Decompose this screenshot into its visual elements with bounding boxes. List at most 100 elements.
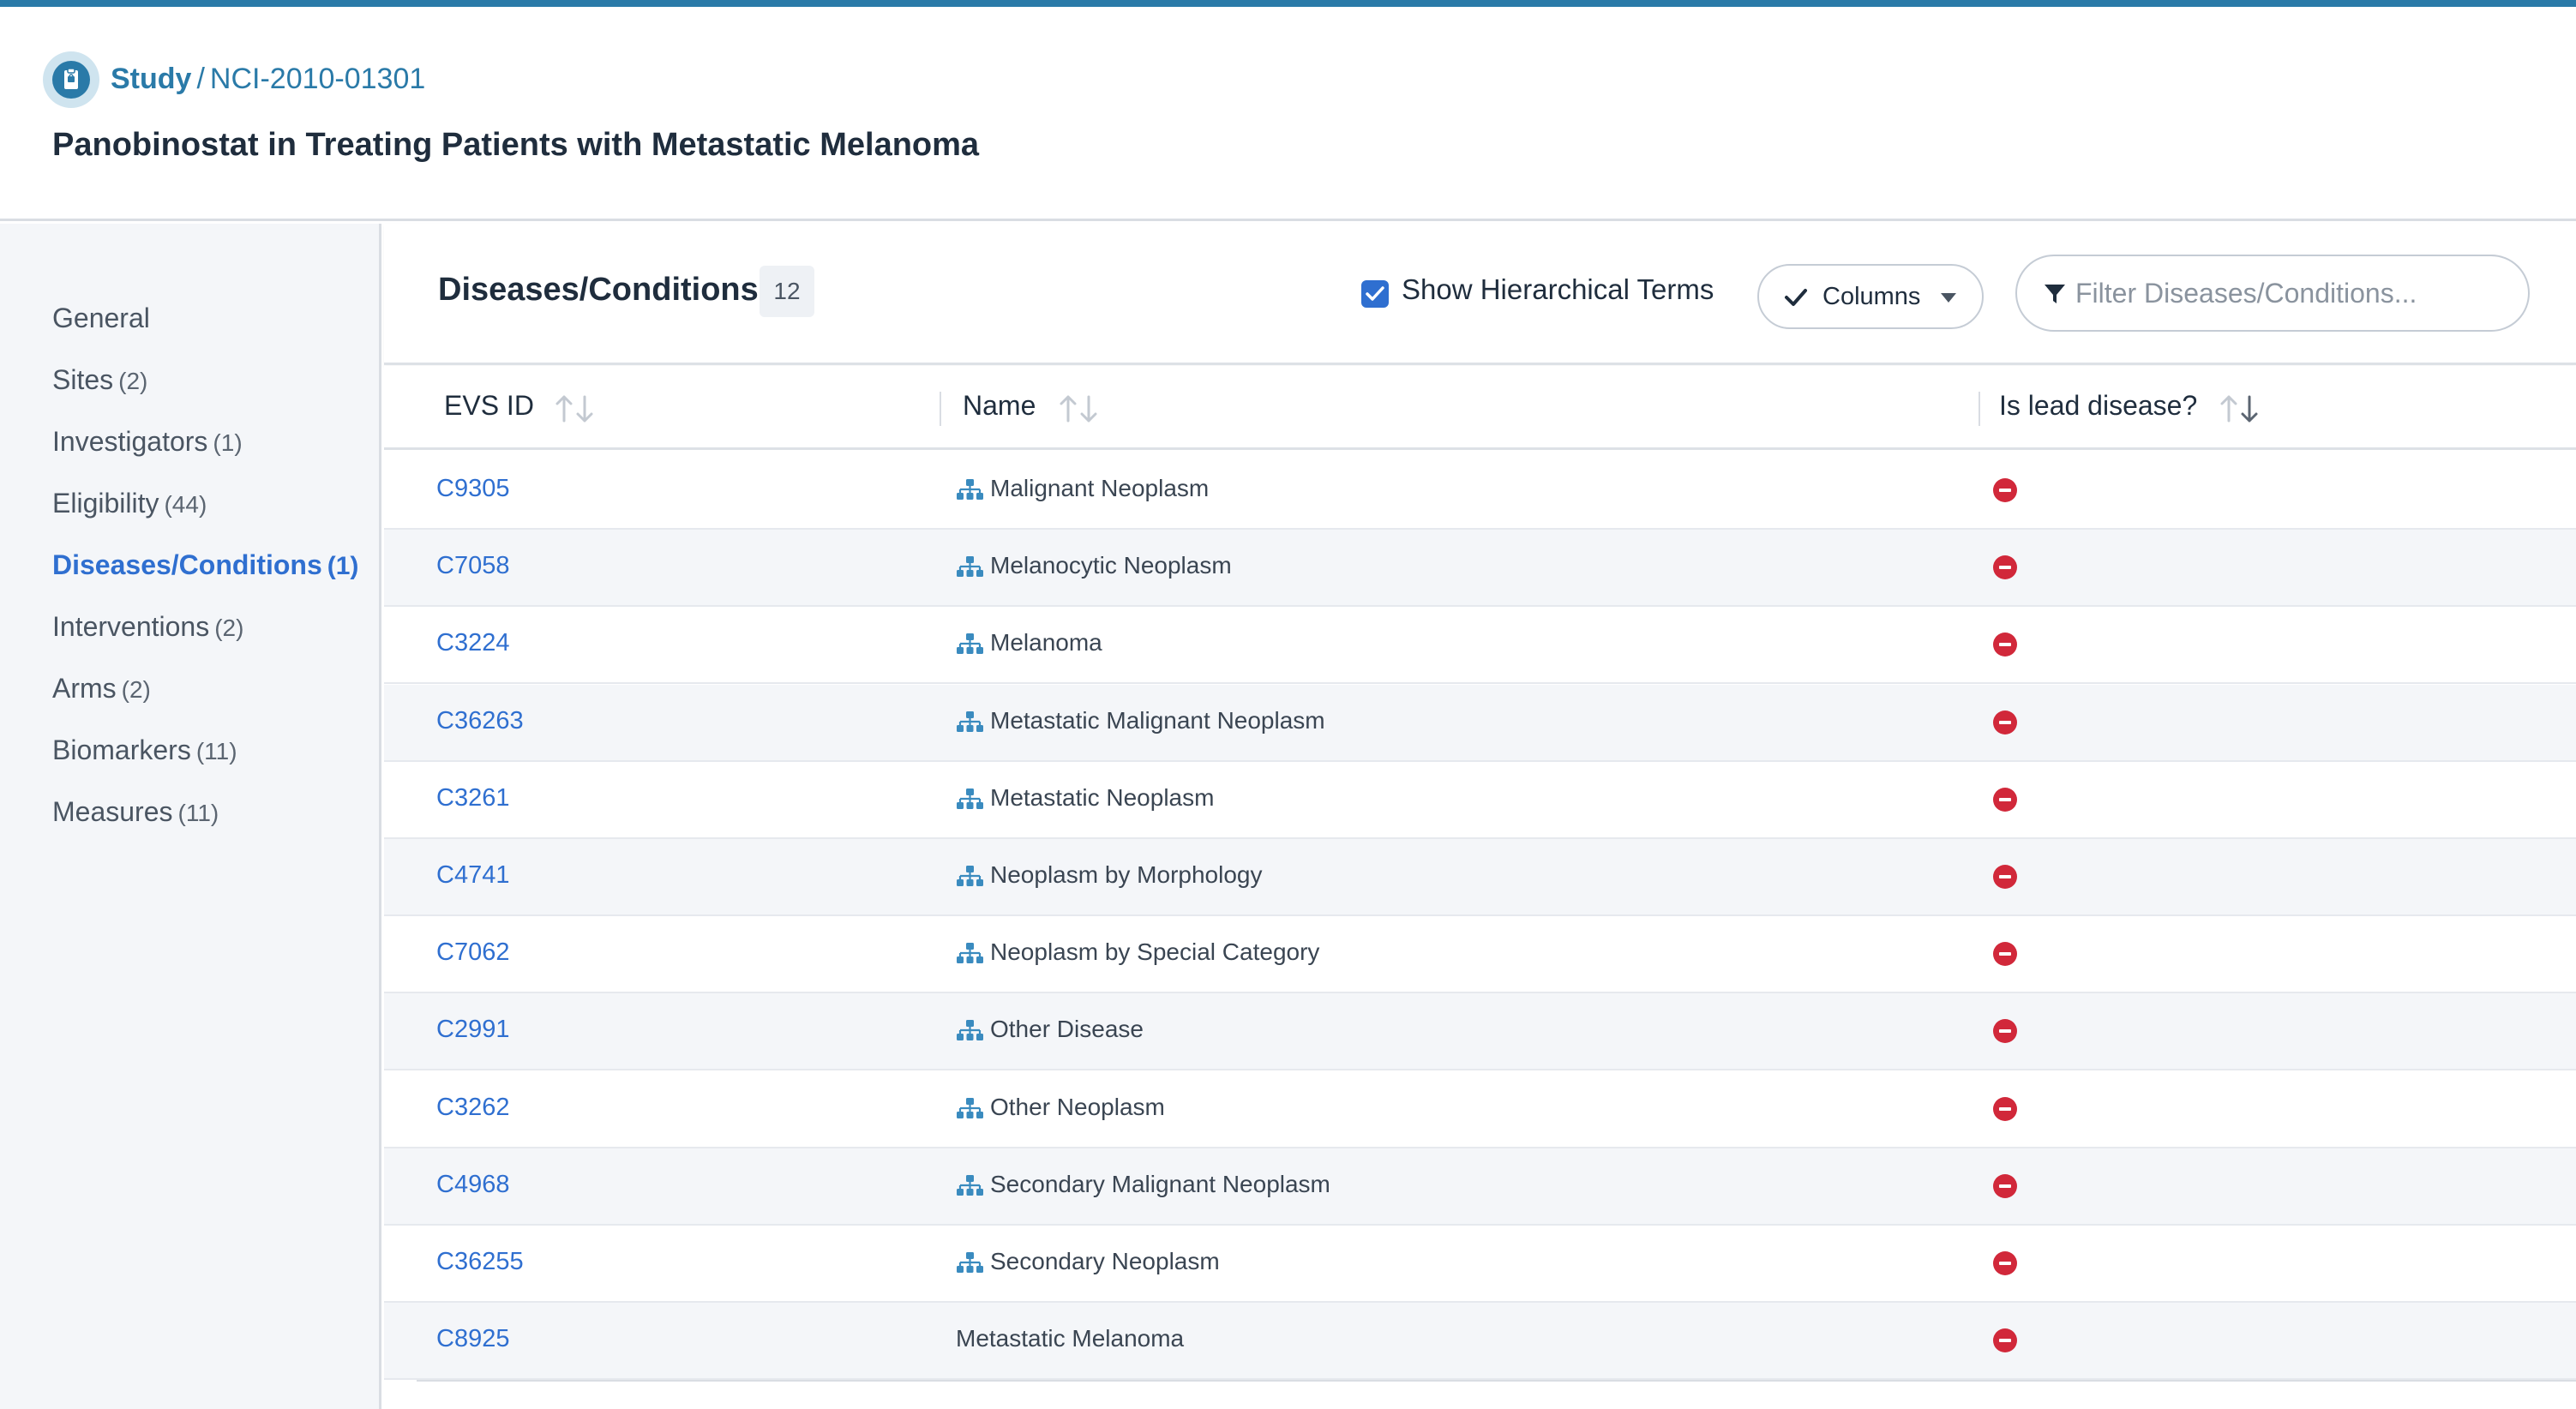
sidebar-item-count: (2): [121, 676, 151, 703]
page-title: Panobinostat in Treating Patients with M…: [52, 127, 980, 163]
table-row: C7058 Melanocytic Neoplasm: [384, 530, 2576, 607]
column-divider: [1979, 392, 1980, 426]
caret-down-icon: [1941, 293, 1956, 303]
show-hierarchical-label[interactable]: Show Hierarchical Terms: [1402, 273, 1714, 306]
sidebar-item-general[interactable]: General: [52, 303, 155, 334]
main-content: Diseases/Conditions 12 Show Hierarchical…: [384, 224, 2576, 1409]
minus-circle-icon: [1993, 865, 2017, 889]
show-hierarchical-checkbox[interactable]: [1361, 280, 1389, 308]
evs-id-link[interactable]: C8925: [436, 1325, 509, 1353]
table-row: C36263 Metastatic Malignant Neoplasm: [384, 685, 2576, 762]
evs-id-link[interactable]: C36255: [436, 1248, 524, 1276]
disease-name: Neoplasm by Morphology: [990, 861, 1263, 888]
disease-name: Secondary Neoplasm: [990, 1248, 1220, 1274]
minus-circle-icon: [1993, 1019, 2017, 1043]
disease-name: Other Neoplasm: [990, 1094, 1165, 1120]
minus-circle-icon: [1993, 1328, 2017, 1352]
evs-id-link[interactable]: C3224: [436, 629, 509, 657]
disease-name: Metastatic Melanoma: [956, 1325, 1185, 1352]
evs-id-link[interactable]: C36263: [436, 707, 524, 735]
disease-name: Malignant Neoplasm: [990, 475, 1210, 501]
column-divider: [940, 392, 941, 426]
evs-id-link[interactable]: C2991: [436, 1016, 509, 1044]
disease-name: Melanocytic Neoplasm: [990, 552, 1232, 579]
minus-circle-icon: [1993, 1097, 2017, 1121]
table-row: C36255 Secondary Neoplasm: [384, 1226, 2576, 1303]
evs-id-link[interactable]: C4741: [436, 861, 509, 890]
sidebar-item-biomarkers[interactable]: Biomarkers (11): [52, 734, 237, 766]
table-header: EVS ID Name Is lead disease?: [384, 366, 2576, 450]
sidebar-item-label: Investigators: [52, 426, 208, 457]
column-header-lead-disease[interactable]: Is lead disease?: [1999, 390, 2197, 422]
filter-icon: [2045, 285, 2065, 303]
disease-name: Neoplasm by Special Category: [990, 938, 1320, 965]
sort-icon[interactable]: [1056, 392, 1104, 426]
sidebar-item-sites[interactable]: Sites (2): [52, 364, 147, 396]
disease-name: Secondary Malignant Neoplasm: [990, 1171, 1330, 1197]
minus-circle-icon: [1993, 942, 2017, 966]
column-header-evs-id[interactable]: EVS ID: [444, 390, 534, 422]
filter-field[interactable]: [2015, 255, 2530, 332]
table-row: C7062 Neoplasm by Special Category: [384, 916, 2576, 993]
sidebar-item-label: Eligibility: [52, 488, 159, 519]
sort-icon[interactable]: [2217, 392, 2265, 426]
sidebar-item-label: Measures: [52, 796, 173, 827]
table-row: C2991 Other Disease: [384, 993, 2576, 1070]
clipboard-icon: [64, 68, 78, 89]
checkmark-icon: [1366, 286, 1384, 301]
evs-id-link[interactable]: C9305: [436, 475, 509, 503]
evs-id-link[interactable]: C7058: [436, 552, 509, 580]
hierarchy-icon: [956, 865, 983, 893]
table-row: C3262 Other Neoplasm: [384, 1071, 2576, 1148]
sidebar-item-label: Biomarkers: [52, 734, 191, 765]
evs-id-link[interactable]: C3261: [436, 784, 509, 812]
hierarchy-icon: [956, 633, 983, 661]
evs-id-link[interactable]: C7062: [436, 938, 509, 967]
table-row: C4741 Neoplasm by Morphology: [384, 839, 2576, 916]
table-bottom-border: [417, 1380, 2576, 1382]
evs-id-link[interactable]: C4968: [436, 1171, 509, 1199]
table-row: C9305 Malignant Neoplasm: [384, 453, 2576, 530]
disease-name: Metastatic Neoplasm: [990, 784, 1215, 811]
hierarchy-icon: [956, 1097, 983, 1125]
sidebar-item-investigators[interactable]: Investigators (1): [52, 426, 243, 458]
minus-circle-icon: [1993, 710, 2017, 734]
table-row: C3224 Melanoma: [384, 607, 2576, 684]
sidebar-item-arms[interactable]: Arms (2): [52, 673, 151, 704]
minus-circle-icon: [1993, 555, 2017, 579]
sidebar-item-count: (11): [195, 738, 237, 764]
sidebar-item-diseases-conditions[interactable]: Diseases/Conditions (1): [52, 549, 358, 581]
sidebar-item-eligibility[interactable]: Eligibility (44): [52, 488, 207, 519]
count-badge: 12: [760, 266, 814, 317]
evs-id-link[interactable]: C3262: [436, 1094, 509, 1122]
hierarchy-icon: [956, 1251, 983, 1280]
sidebar-item-count: (2): [214, 615, 244, 641]
study-badge: [43, 51, 99, 108]
sidebar-item-count: (1): [213, 429, 243, 456]
hierarchy-icon: [956, 478, 983, 507]
filter-input[interactable]: [2075, 273, 2504, 313]
sidebar-item-count: (44): [164, 491, 207, 518]
breadcrumb-separator: /: [196, 63, 205, 95]
minus-circle-icon: [1993, 1174, 2017, 1198]
sidebar-item-label: Sites: [52, 364, 114, 395]
column-header-name[interactable]: Name: [963, 390, 1036, 422]
minus-circle-icon: [1993, 1251, 2017, 1275]
sidebar-item-label: Arms: [52, 673, 117, 704]
minus-circle-icon: [1993, 478, 2017, 502]
disease-name: Melanoma: [990, 629, 1102, 656]
sidebar-item-interventions[interactable]: Interventions (2): [52, 611, 243, 643]
sidebar-item-count: (11): [177, 800, 219, 826]
sidebar-item-measures[interactable]: Measures (11): [52, 796, 219, 828]
hierarchy-icon: [956, 1019, 983, 1047]
sidebar-item-label: General: [52, 303, 150, 333]
minus-circle-icon: [1993, 633, 2017, 657]
hierarchy-icon: [956, 555, 983, 584]
breadcrumb-study-link[interactable]: Study: [111, 63, 191, 95]
sort-icon[interactable]: [552, 392, 600, 426]
table-row: C4968 Secondary Malignant Neoplasm: [384, 1148, 2576, 1226]
hierarchy-icon: [956, 1174, 983, 1202]
disease-name: Other Disease: [990, 1016, 1144, 1042]
sidebar-item-label: Diseases/Conditions: [52, 549, 322, 580]
columns-button[interactable]: Columns: [1757, 264, 1984, 329]
